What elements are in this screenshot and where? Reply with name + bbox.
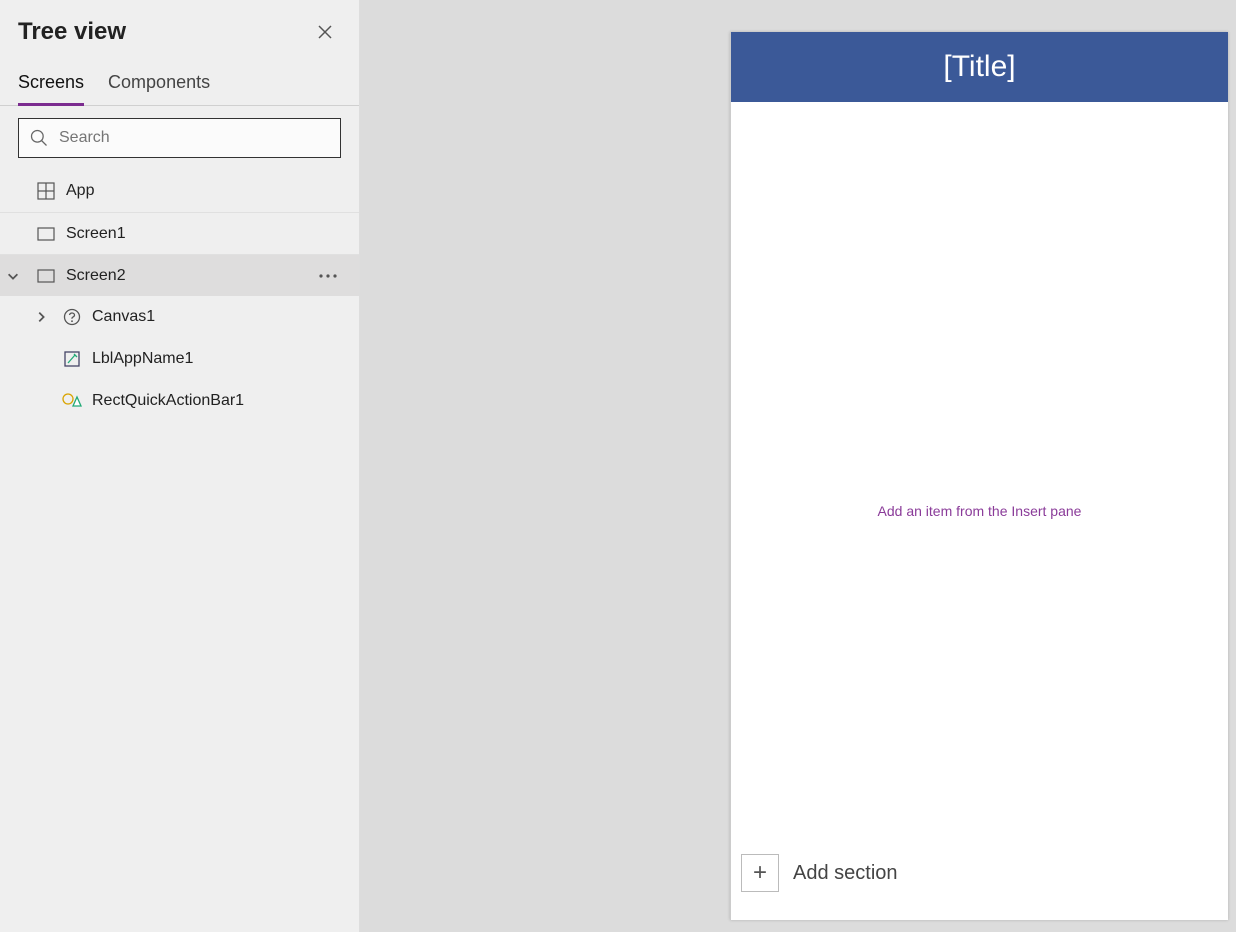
tree-item-label: Screen2 (66, 267, 303, 285)
ellipsis-icon (319, 274, 337, 278)
screen-preview[interactable]: [Title] Add an item from the Insert pane… (730, 32, 1228, 920)
tree-item-screen2[interactable]: Screen2 (0, 254, 359, 296)
search-box[interactable] (18, 118, 341, 158)
tree-item-label: RectQuickActionBar1 (92, 392, 343, 410)
preview-title: [Title] (943, 50, 1015, 84)
app-icon (36, 181, 56, 201)
tree-item-label: LblAppName1 (92, 350, 343, 368)
shape-icon (62, 391, 82, 411)
search-input[interactable] (59, 129, 330, 147)
help-circle-icon (62, 307, 82, 327)
plus-icon: + (741, 854, 779, 892)
tree-item-rectquickactionbar1[interactable]: RectQuickActionBar1 (0, 380, 359, 422)
tabs: Screens Components (0, 64, 359, 106)
search-wrap (0, 106, 359, 170)
search-icon (29, 128, 49, 148)
add-section-label: Add section (793, 862, 898, 885)
chevron-right-icon[interactable] (34, 310, 48, 324)
tab-components[interactable]: Components (108, 64, 210, 105)
panel-title: Tree view (18, 18, 126, 46)
screen-icon (36, 224, 56, 244)
canvas-area: [Title] Add an item from the Insert pane… (360, 0, 1236, 932)
empty-hint: Add an item from the Insert pane (878, 503, 1082, 519)
sidebar-header: Tree view (0, 0, 359, 52)
tree-item-lblappname1[interactable]: LblAppName1 (0, 338, 359, 380)
screen-icon (36, 266, 56, 286)
tree-item-screen1[interactable]: Screen1 (0, 212, 359, 254)
tab-screens[interactable]: Screens (18, 64, 84, 106)
tree-view-panel: Tree view Screens Components App (0, 0, 360, 932)
close-icon (317, 24, 333, 40)
tree-item-label: Screen1 (66, 225, 343, 243)
close-panel-button[interactable] (309, 16, 341, 48)
tree-item-label: App (66, 182, 343, 200)
label-icon (62, 349, 82, 369)
add-section-button[interactable]: + Add section (741, 854, 898, 892)
tree-item-app[interactable]: App (0, 170, 359, 212)
tree-item-label: Canvas1 (92, 308, 343, 326)
preview-body[interactable]: Add an item from the Insert pane + Add s… (731, 102, 1228, 920)
tree: App Screen1 Screen2 (0, 170, 359, 422)
tree-item-canvas1[interactable]: Canvas1 (0, 296, 359, 338)
chevron-down-icon[interactable] (6, 269, 20, 283)
preview-title-bar: [Title] (731, 32, 1228, 102)
more-actions-button[interactable] (313, 274, 343, 278)
